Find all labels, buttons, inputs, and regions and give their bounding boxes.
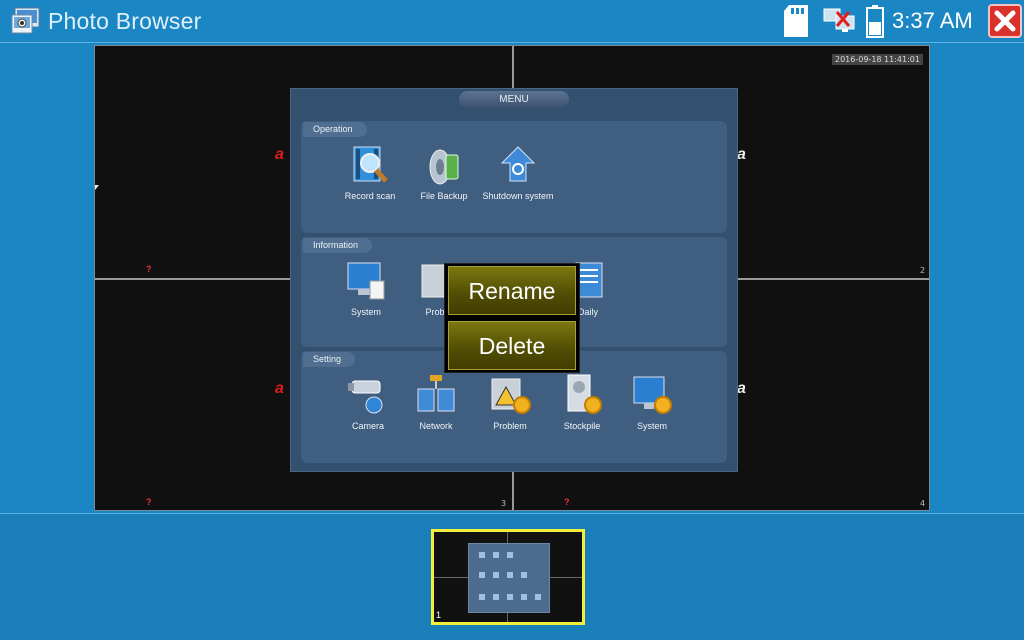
dahua-logo: a bbox=[275, 380, 284, 397]
title-bar: Photo Browser 3:37 AM bbox=[0, 0, 1024, 43]
section-label: Setting bbox=[303, 352, 356, 367]
thumb-icon bbox=[521, 572, 527, 578]
no-signal-mark: ? bbox=[146, 497, 152, 507]
channel-number: 3 bbox=[501, 499, 507, 508]
dahua-logo: a bbox=[275, 146, 284, 163]
rename-button[interactable]: Rename bbox=[448, 266, 576, 315]
camera-timestamp: 2016-09-18 11:41:01 bbox=[832, 54, 923, 65]
shutdown-icon bbox=[500, 146, 536, 182]
shutdown-system-item: Shutdown system bbox=[481, 143, 555, 201]
file-backup-item: File Backup bbox=[407, 143, 481, 201]
item-label: File Backup bbox=[420, 191, 468, 201]
item-label: Problem bbox=[493, 421, 527, 431]
camera-setting-item: Camera bbox=[331, 373, 405, 431]
no-signal-mark: ? bbox=[146, 264, 152, 274]
thumbnail-strip: 1 bbox=[0, 513, 1024, 640]
mouse-cursor-icon bbox=[95, 185, 99, 190]
thumbnail-number: 1 bbox=[436, 610, 442, 620]
channel-number: 4 bbox=[920, 499, 926, 508]
thumbnail-selected[interactable]: 1 bbox=[431, 529, 585, 625]
sd-card-icon bbox=[784, 5, 808, 37]
monitor-icon bbox=[347, 262, 385, 300]
thumb-icon bbox=[479, 572, 485, 578]
thumb-icon bbox=[479, 594, 485, 600]
thumb-icon bbox=[535, 594, 541, 600]
item-label: Camera bbox=[351, 421, 384, 431]
item-label: Stockpile bbox=[563, 421, 601, 431]
dahua-logo: a bbox=[737, 146, 746, 163]
storage-gear-icon bbox=[567, 374, 602, 414]
network-disconnected-icon bbox=[823, 8, 855, 32]
info-system-item: System bbox=[329, 259, 403, 317]
photo-browser-icon bbox=[11, 7, 40, 34]
thumb-icon bbox=[493, 594, 499, 600]
item-label: System bbox=[636, 421, 667, 431]
network-setting-item: Network bbox=[399, 373, 473, 431]
channel-number: 2 bbox=[920, 266, 926, 275]
network-icon bbox=[417, 375, 455, 412]
problem-setting-item: Problem bbox=[473, 373, 547, 431]
app-title: Photo Browser bbox=[48, 8, 202, 34]
close-button[interactable] bbox=[988, 4, 1022, 38]
item-label: Shutdown system bbox=[482, 191, 554, 201]
menu-title: MENU bbox=[459, 91, 569, 108]
context-menu: Rename Delete bbox=[444, 263, 580, 373]
close-icon bbox=[994, 10, 1016, 32]
thumb-icon bbox=[493, 552, 499, 558]
record-scan-item: Record scan bbox=[333, 143, 407, 201]
cctv-camera-icon bbox=[348, 380, 383, 414]
thumb-icon bbox=[493, 572, 499, 578]
thumb-icon bbox=[479, 552, 485, 558]
operation-section: Operation Record scan File Backup Shutdo… bbox=[301, 121, 727, 233]
backup-disk-icon bbox=[429, 149, 459, 185]
thumb-icon bbox=[507, 594, 513, 600]
item-label: Network bbox=[419, 421, 453, 431]
thumb-menu-preview bbox=[468, 543, 550, 613]
dahua-logo: a bbox=[737, 380, 746, 397]
section-label: Information bbox=[303, 238, 373, 253]
no-signal-mark: ? bbox=[564, 497, 570, 507]
thumb-icon bbox=[507, 572, 513, 578]
clock: 3:37 AM bbox=[892, 8, 973, 33]
stockpile-setting-item: Stockpile bbox=[545, 373, 619, 431]
system-gear-icon bbox=[633, 376, 672, 414]
battery-icon bbox=[866, 5, 884, 38]
delete-button[interactable]: Delete bbox=[448, 321, 576, 370]
problem-gear-icon bbox=[491, 378, 531, 414]
system-setting-item: System bbox=[615, 373, 689, 431]
item-label: System bbox=[350, 307, 381, 317]
thumb-icon bbox=[507, 552, 513, 558]
item-label: Record scan bbox=[344, 191, 396, 201]
film-search-icon bbox=[353, 146, 388, 183]
thumb-icon bbox=[521, 594, 527, 600]
section-label: Operation bbox=[303, 122, 367, 137]
